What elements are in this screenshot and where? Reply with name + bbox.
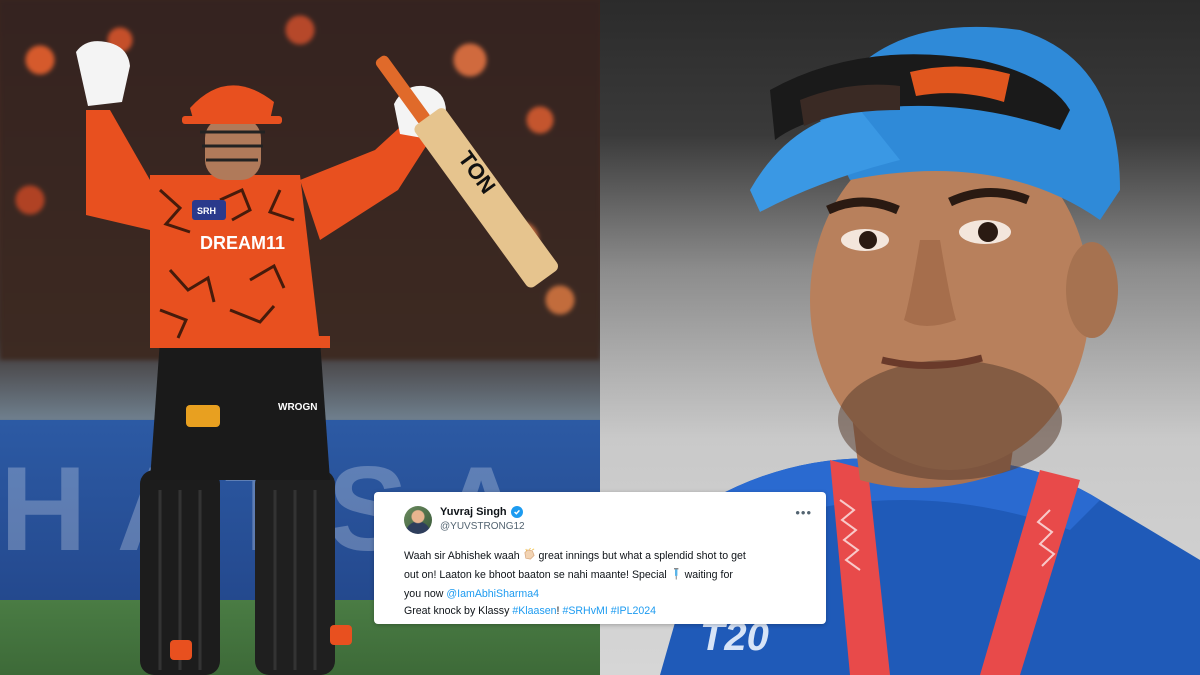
verified-badge-icon: [510, 506, 523, 518]
syringe-emoji-icon: [670, 568, 682, 586]
author-row: Yuvraj Singh: [440, 506, 523, 518]
more-options-icon[interactable]: •••: [795, 506, 812, 519]
pads-brand: WROGN: [278, 402, 317, 413]
author-handle[interactable]: @YUVSTRONG12: [440, 521, 525, 532]
tweet-text-segment: great innings but what a splendid shot t…: [538, 550, 746, 562]
tweet-header: Yuvraj Singh @YUVSTRONG12 •••: [404, 504, 812, 538]
tweet-text-segment: you now: [404, 588, 444, 600]
tweet-text-segment: out on! Laaton ke bhoot baaton se nahi m…: [404, 569, 667, 581]
hashtag-link[interactable]: #Klaasen: [512, 605, 556, 617]
tweet-line-3: you now @IamAbhiSharma4: [404, 586, 812, 603]
author-name[interactable]: Yuvraj Singh: [440, 506, 507, 518]
clap-emoji-icon: [523, 547, 536, 567]
tweet-line-1: Waah sir Abhishek waah great innings but…: [404, 547, 812, 567]
tweet-text-segment: Waah sir Abhishek waah: [404, 550, 520, 562]
hashtag-link[interactable]: #IPL2024: [611, 605, 656, 617]
tweet-text: Waah sir Abhishek waah great innings but…: [404, 547, 812, 620]
tweet-text-segment: Great knock by Klassy: [404, 605, 510, 617]
jersey-logo: SRH: [197, 206, 216, 216]
jersey-sponsor: DREAM11: [200, 233, 285, 253]
tweet-text-segment: !: [556, 605, 560, 617]
hashtag-link[interactable]: #SRHvMI: [562, 605, 607, 617]
tweet-line-2: out on! Laaton ke bhoot baaton se nahi m…: [404, 567, 812, 586]
tweet-text-segment: waiting for: [684, 569, 733, 581]
mention-link[interactable]: @IamAbhiSharma4: [446, 588, 539, 600]
tweet-line-4: Great knock by Klassy #Klaasen! #SRHvMI …: [404, 603, 812, 620]
avatar[interactable]: [404, 506, 432, 534]
tweet-card[interactable]: Yuvraj Singh @YUVSTRONG12 ••• Waah sir A…: [374, 492, 826, 624]
